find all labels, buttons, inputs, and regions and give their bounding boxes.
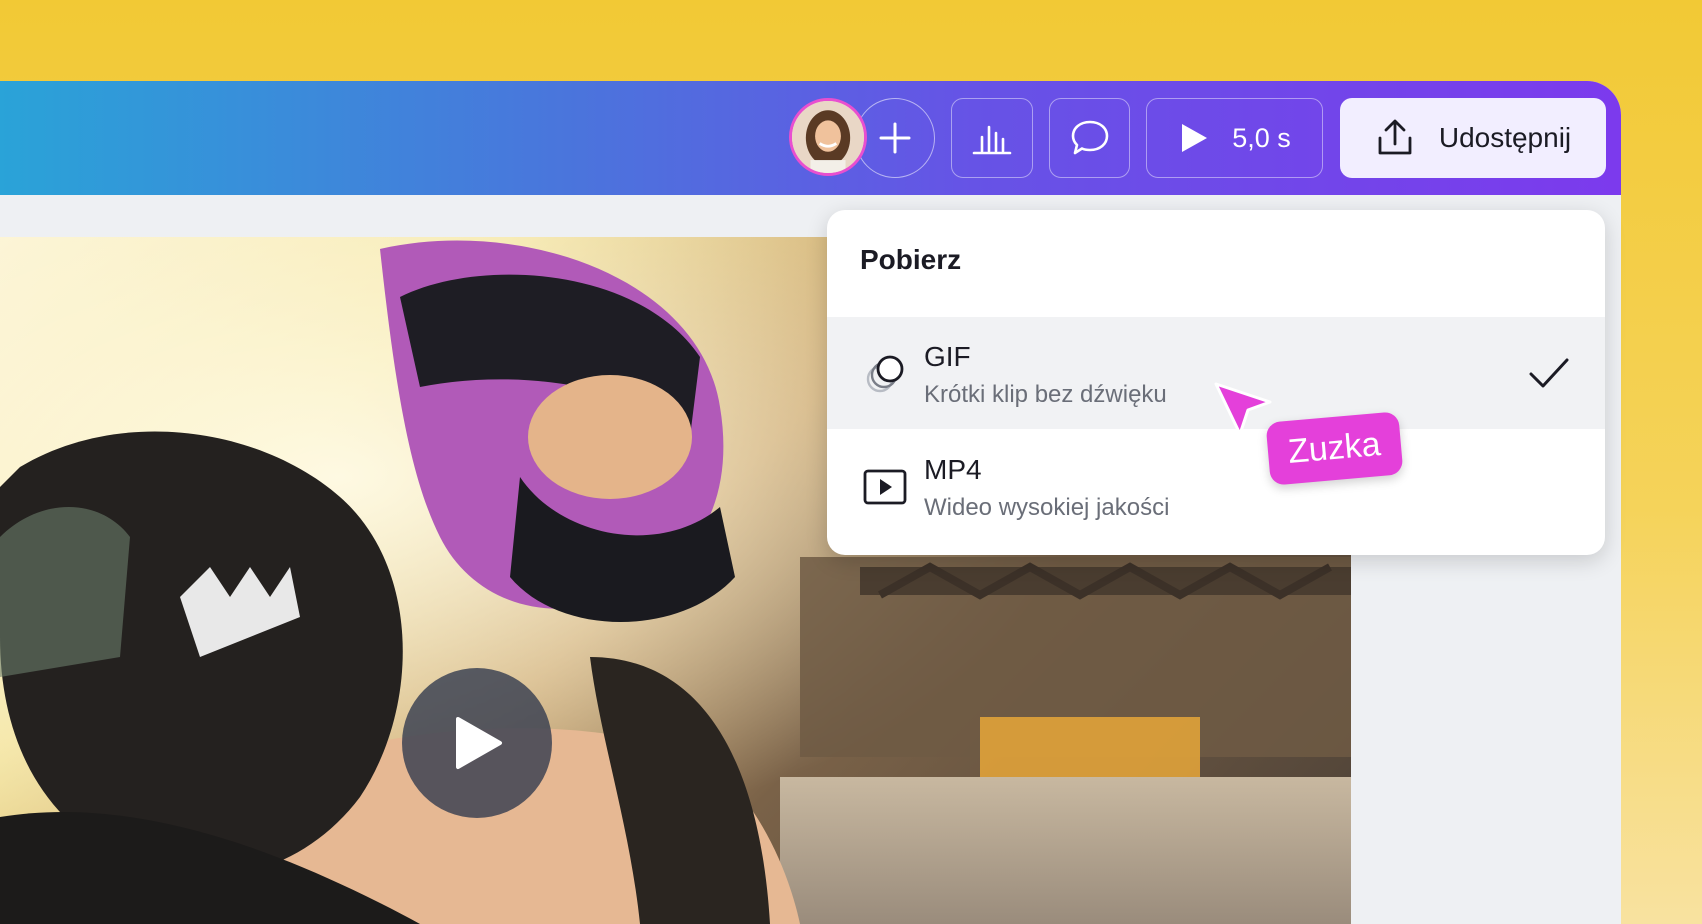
user-avatar[interactable] bbox=[789, 98, 867, 176]
play-icon bbox=[456, 717, 502, 769]
top-toolbar: 5,0 s Udostępnij bbox=[0, 81, 1621, 195]
bar-chart-icon bbox=[972, 125, 1012, 155]
option-subtitle: Krótki klip bez dźwięku bbox=[924, 381, 1167, 408]
add-collaborator-button[interactable] bbox=[855, 98, 935, 178]
share-label: Udostępnij bbox=[1438, 122, 1572, 153]
insights-button[interactable] bbox=[951, 98, 1033, 178]
gif-circles-icon bbox=[866, 355, 904, 393]
option-subtitle: Wideo wysokiej jakości bbox=[924, 494, 1170, 521]
option-title: MP4 bbox=[924, 454, 982, 485]
play-icon bbox=[1182, 124, 1208, 152]
download-option-mp4[interactable]: MP4 Wideo wysokiej jakości bbox=[827, 430, 1605, 542]
dropdown-title: Pobierz bbox=[860, 244, 962, 275]
video-play-icon bbox=[863, 469, 907, 505]
checkmark-icon bbox=[1529, 358, 1569, 388]
comment-icon bbox=[1071, 120, 1108, 155]
plus-icon bbox=[879, 122, 911, 154]
comments-button[interactable] bbox=[1049, 98, 1130, 178]
preview-play-button[interactable]: 5,0 s bbox=[1146, 98, 1323, 178]
avatar-image bbox=[792, 101, 864, 173]
duration-label: 5,0 s bbox=[1232, 122, 1291, 153]
upload-icon bbox=[1378, 119, 1412, 155]
collaborator-name-tag: Zuzka bbox=[1265, 411, 1404, 486]
video-play-button[interactable] bbox=[402, 668, 552, 818]
share-button[interactable]: Udostępnij bbox=[1340, 98, 1606, 178]
option-title: GIF bbox=[924, 341, 971, 372]
